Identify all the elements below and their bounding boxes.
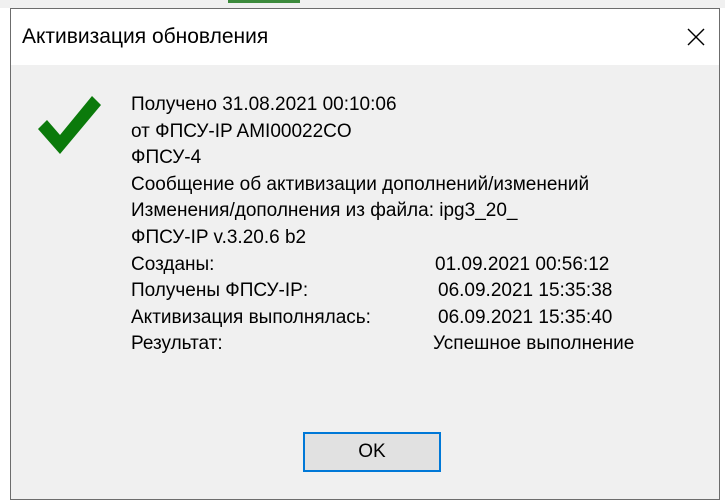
detail-label: Созданы: bbox=[131, 253, 215, 275]
update-activation-dialog: Активизация обновления Получено 31.08.20… bbox=[10, 8, 720, 500]
device-text: ФПСУ-4 bbox=[131, 147, 202, 169]
sender-text: от ФПСУ-IP AMI00022CO bbox=[131, 120, 352, 142]
detail-value: 01.09.2021 00:56:12 bbox=[435, 253, 610, 275]
detail-row-result: Результат: Успешное выполнение bbox=[131, 331, 634, 358]
detail-label: Получены ФПСУ-IP: bbox=[131, 280, 309, 302]
version-text: ФПСУ-IP v.3.20.6 b2 bbox=[131, 226, 307, 248]
background-strip bbox=[0, 0, 725, 8]
detail-value: Успешное выполнение bbox=[433, 333, 635, 355]
close-button[interactable] bbox=[673, 9, 719, 65]
subject-text: Сообщение об активизации дополнений/изме… bbox=[131, 173, 590, 195]
message-body: Получено 31.08.2021 00:10:06 от ФПСУ-IP … bbox=[131, 92, 634, 358]
dialog-title: Активизация обновления bbox=[22, 25, 269, 48]
detail-value: 06.09.2021 15:35:40 bbox=[438, 306, 613, 328]
background-accent bbox=[228, 0, 300, 3]
detail-label: Результат: bbox=[131, 333, 223, 355]
close-icon bbox=[686, 27, 706, 47]
detail-label: Активизация выполнялась: bbox=[131, 306, 371, 328]
ok-button[interactable]: OK bbox=[303, 432, 441, 472]
detail-value: 06.09.2021 15:35:38 bbox=[438, 280, 613, 302]
detail-row-received: Получены ФПСУ-IP: 06.09.2021 15:35:38 bbox=[131, 278, 612, 305]
detail-row-created: Созданы: 01.09.2021 00:56:12 bbox=[131, 252, 609, 279]
title-bar: Активизация обновления bbox=[11, 9, 719, 65]
file-text: Изменения/дополнения из файла: ipg3_20_ bbox=[131, 200, 518, 222]
checkmark-icon bbox=[36, 93, 102, 162]
detail-row-activation: Активизация выполнялась: 06.09.2021 15:3… bbox=[131, 305, 612, 332]
received-text: Получено 31.08.2021 00:10:06 bbox=[131, 94, 397, 115]
